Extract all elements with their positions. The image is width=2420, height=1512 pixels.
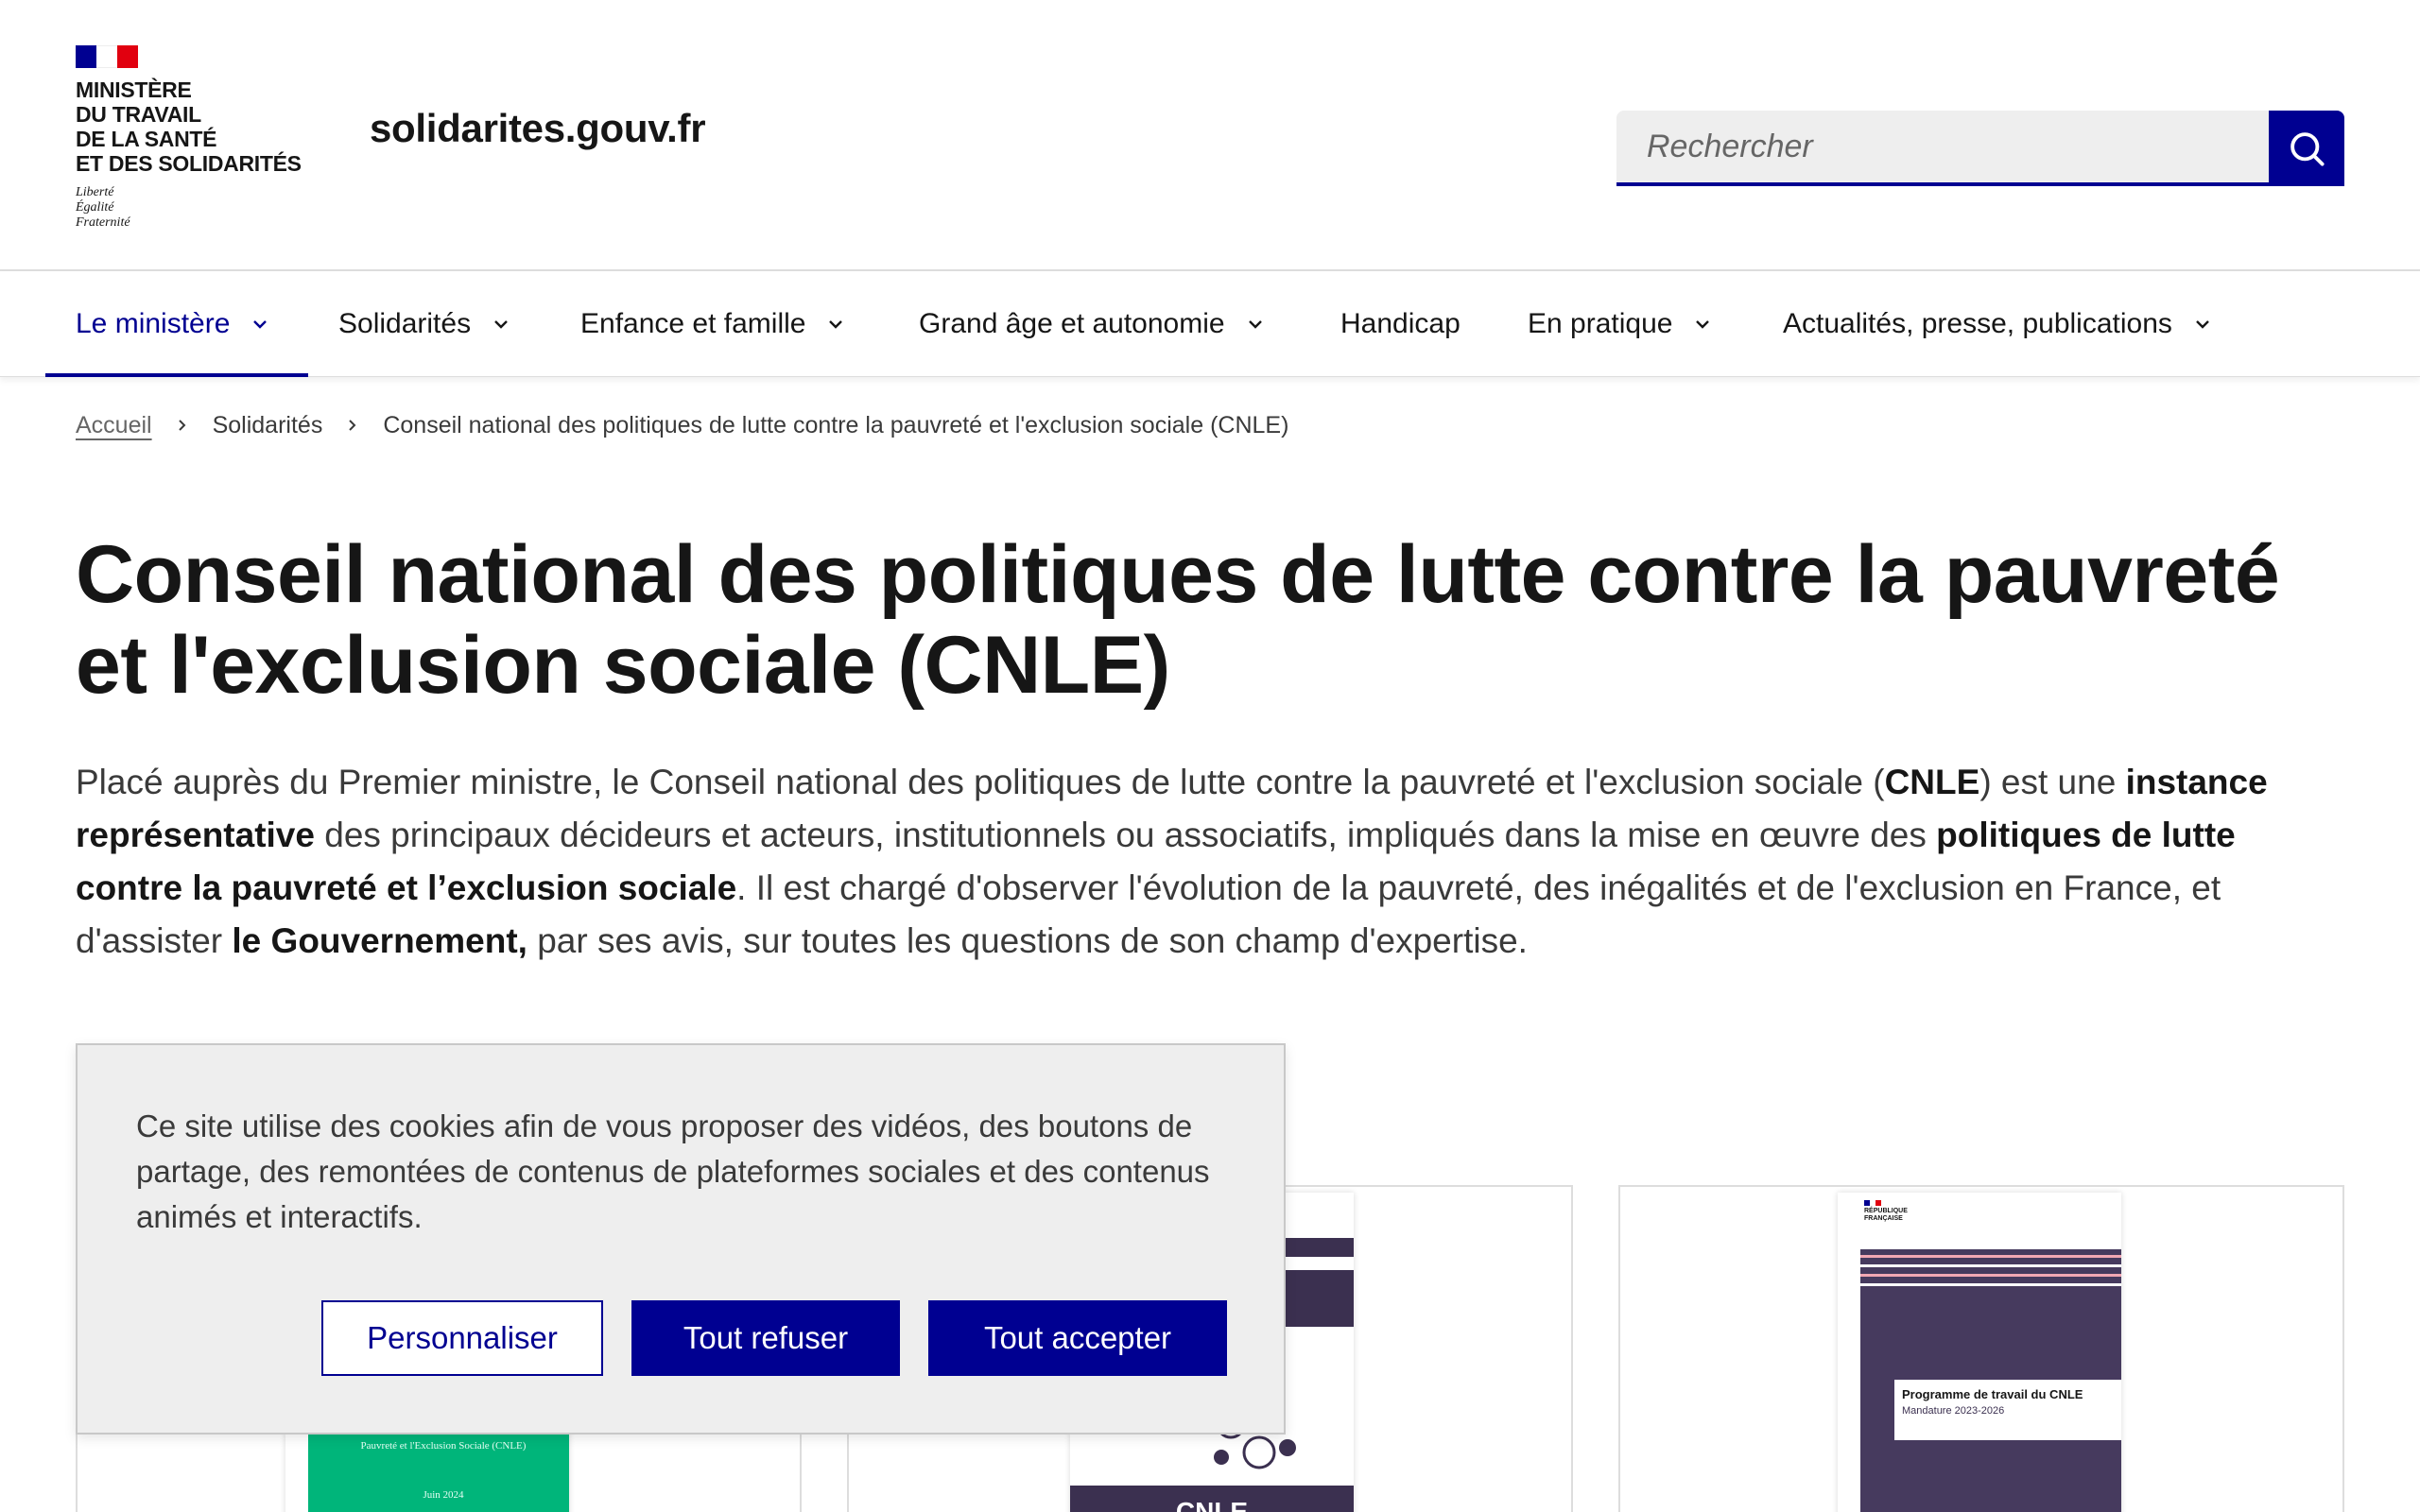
customize-cookies-button[interactable]: Personnaliser xyxy=(321,1300,603,1376)
search-icon xyxy=(2290,132,2325,166)
publication-card[interactable]: RÉPUBLIQUE FRANÇAISE Programme de travai… xyxy=(1618,1185,2344,1512)
refuse-all-cookies-button[interactable]: Tout refuser xyxy=(631,1300,900,1376)
cookie-consent-banner: Ce site utilise des cookies afin de vous… xyxy=(76,1043,1286,1435)
nav-item-label: Handicap xyxy=(1340,308,1461,339)
motto-line: Fraternité xyxy=(76,215,130,230)
document-stripe xyxy=(1860,1255,2121,1258)
search-bar xyxy=(1616,111,2344,186)
motto-line: Liberté xyxy=(76,185,114,199)
document-thumbnail: RÉPUBLIQUE FRANÇAISE Programme de travai… xyxy=(1838,1193,2121,1512)
nav-item-solidarites[interactable]: Solidarités xyxy=(338,271,510,377)
republic-motto: Liberté Égalité Fraternité xyxy=(76,185,321,231)
nav-item-label: Grand âge et autonomie xyxy=(919,308,1225,339)
document-stripe xyxy=(1860,1264,2121,1267)
intro-text: par ses avis, sur toutes les questions d… xyxy=(527,921,1528,960)
breadcrumb: Accueil Solidarités Conseil national des… xyxy=(76,408,1288,442)
search-input[interactable] xyxy=(1616,111,2269,186)
document-title: Programme de travail du CNLE xyxy=(1902,1387,2083,1401)
ministry-name-line: DU TRAVAIL xyxy=(76,102,201,127)
main-navigation: Le ministère Solidarités Enfance et fami… xyxy=(0,271,2420,377)
chevron-right-icon xyxy=(175,418,190,433)
chevron-down-icon xyxy=(492,315,510,334)
intro-text: ) est une xyxy=(1979,763,2126,801)
ministry-name-line: ET DES SOLIDARITÉS xyxy=(76,151,302,176)
document-footer-text: CNLE xyxy=(1175,1497,1249,1512)
document-subtitle: Mandature 2023-2026 xyxy=(1902,1405,2005,1417)
nav-item-le-ministere[interactable]: Le ministère xyxy=(76,271,269,377)
motto-line: Égalité xyxy=(76,200,114,215)
breadcrumb-item-current: Conseil national des politiques de lutte… xyxy=(383,411,1289,438)
intro-paragraph: Placé auprès du Premier ministre, le Con… xyxy=(76,756,2344,968)
intro-text: Placé auprès du Premier ministre, le Con… xyxy=(76,763,1885,801)
intro-text: des principaux décideurs et acteurs, ins… xyxy=(314,816,1937,854)
site-header: MINISTÈRE DU TRAVAIL DE LA SANTÉ ET DES … xyxy=(0,0,2420,271)
nav-item-actualites[interactable]: Actualités, presse, publications xyxy=(1783,271,2212,377)
ministry-name: MINISTÈRE DU TRAVAIL DE LA SANTÉ ET DES … xyxy=(76,77,321,176)
document-stripe xyxy=(1860,1283,2121,1286)
chevron-down-icon xyxy=(2193,315,2212,334)
document-stripe xyxy=(1860,1274,2121,1277)
page-title: Conseil national des politiques de lutte… xyxy=(76,529,2280,711)
logo-text: FRANÇAISE xyxy=(1864,1215,1903,1222)
search-button[interactable] xyxy=(2269,111,2344,186)
nav-item-label: Le ministère xyxy=(76,308,231,339)
chevron-down-icon xyxy=(1246,315,1265,334)
cookie-consent-text: Ce site utilise des cookies afin de vous… xyxy=(136,1108,1210,1234)
accept-all-cookies-button[interactable]: Tout accepter xyxy=(928,1300,1227,1376)
intro-bold: CNLE xyxy=(1884,763,1980,801)
nav-item-handicap[interactable]: Handicap xyxy=(1340,271,1461,377)
republique-francaise-logo: RÉPUBLIQUE FRANÇAISE xyxy=(1864,1200,1908,1223)
nav-item-label: En pratique xyxy=(1528,308,1673,339)
breadcrumb-item-accueil[interactable]: Accueil xyxy=(76,412,152,439)
document-cover-date: Juin 2024 xyxy=(423,1489,464,1501)
nav-item-en-pratique[interactable]: En pratique xyxy=(1528,271,1712,377)
nav-item-label: Solidarités xyxy=(338,308,472,339)
nav-item-enfance-et-famille[interactable]: Enfance et famille xyxy=(580,271,845,377)
nav-item-grand-age-et-autonomie[interactable]: Grand âge et autonomie xyxy=(919,271,1265,377)
nav-item-label: Enfance et famille xyxy=(580,308,806,339)
chevron-down-icon xyxy=(1693,315,1712,334)
marianne-flag-icon xyxy=(76,45,138,68)
document-cover-text: Pauvreté et l'Exclusion Sociale (CNLE) xyxy=(360,1440,527,1452)
intro-bold: le Gouvernement, xyxy=(232,921,527,960)
chevron-down-icon xyxy=(251,315,269,334)
nav-item-label: Actualités, presse, publications xyxy=(1783,308,2172,339)
site-title[interactable]: solidarites.gouv.fr xyxy=(370,106,706,151)
ministry-name-line: DE LA SANTÉ xyxy=(76,127,217,151)
nav-active-indicator xyxy=(45,373,308,377)
logo-text: RÉPUBLIQUE xyxy=(1864,1208,1908,1214)
document-title-box: Programme de travail du CNLE Mandature 2… xyxy=(1894,1380,2121,1440)
ministry-name-line: MINISTÈRE xyxy=(76,77,192,102)
ministry-logo[interactable]: MINISTÈRE DU TRAVAIL DE LA SANTÉ ET DES … xyxy=(76,45,321,231)
chevron-right-icon xyxy=(345,418,360,433)
chevron-down-icon xyxy=(826,315,845,334)
breadcrumb-item-solidarites[interactable]: Solidarités xyxy=(213,412,323,439)
